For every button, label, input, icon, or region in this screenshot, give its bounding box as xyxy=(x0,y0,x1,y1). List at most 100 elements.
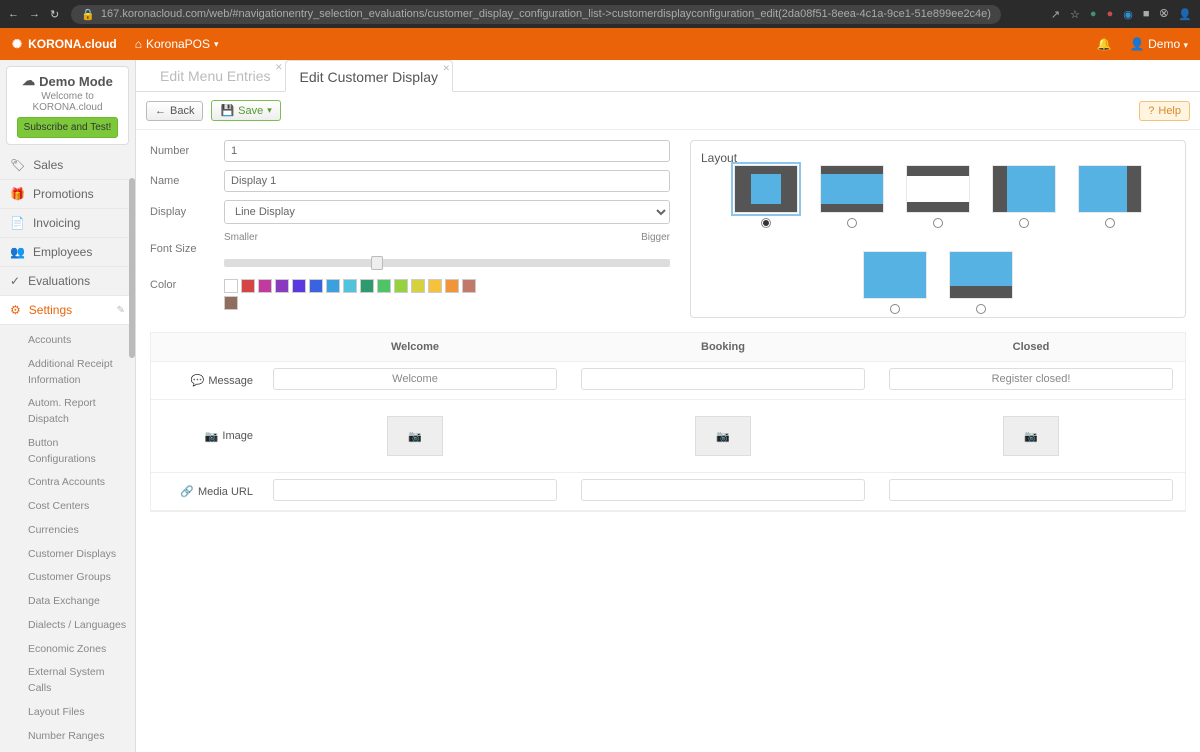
welcome-media-url-input[interactable] xyxy=(273,479,557,501)
col-closed: Closed xyxy=(877,333,1185,361)
color-swatch[interactable] xyxy=(309,279,323,293)
pencil-icon: ✎ xyxy=(117,305,125,316)
color-swatch[interactable] xyxy=(224,296,238,310)
ext-icon-2[interactable]: ● xyxy=(1107,8,1114,20)
sidebar-item-promotions[interactable]: 🎁Promotions xyxy=(0,180,135,209)
ext-icon-4[interactable]: ■ xyxy=(1143,8,1150,20)
layout-option-7[interactable] xyxy=(949,251,1013,317)
layout-radio-5[interactable] xyxy=(1105,218,1115,228)
welcome-message-input[interactable] xyxy=(273,368,557,390)
ext-icon-1[interactable]: ● xyxy=(1090,8,1097,20)
closed-image-upload[interactable]: 📷 xyxy=(1003,416,1059,456)
layout-option-2[interactable] xyxy=(820,165,884,231)
color-swatch[interactable] xyxy=(258,279,272,293)
layout-radio-6[interactable] xyxy=(890,304,900,314)
sub-item[interactable]: Button Configurations xyxy=(0,432,135,472)
color-swatch[interactable] xyxy=(326,279,340,293)
color-swatch[interactable] xyxy=(428,279,442,293)
star-icon[interactable]: ☆ xyxy=(1070,8,1080,21)
slider-handle[interactable] xyxy=(371,256,383,270)
sub-item[interactable]: Currencies xyxy=(0,519,135,543)
sidebar-item-invoicing[interactable]: 📄Invoicing xyxy=(0,209,135,238)
layout-option-6[interactable] xyxy=(863,251,927,317)
sub-item[interactable]: Contra Accounts xyxy=(0,471,135,495)
layout-radio-7[interactable] xyxy=(976,304,986,314)
color-swatch[interactable] xyxy=(377,279,391,293)
close-icon[interactable]: ✕ xyxy=(442,63,450,74)
ext-icon-3[interactable]: ◉ xyxy=(1123,8,1133,21)
display-select[interactable]: Line Display xyxy=(224,200,670,224)
sub-item[interactable]: Economic Zones xyxy=(0,638,135,662)
color-swatch[interactable] xyxy=(394,279,408,293)
user-menu[interactable]: 👤 Demo xyxy=(1130,37,1188,51)
booking-message-input[interactable] xyxy=(581,368,865,390)
bell-icon[interactable]: 🔔 xyxy=(1097,37,1112,51)
sidebar-item-sales[interactable]: 🏷Sales xyxy=(0,151,135,180)
puzzle-icon[interactable]: ⮿ xyxy=(1159,8,1168,21)
number-label: Number xyxy=(150,145,224,157)
color-swatch[interactable] xyxy=(224,279,238,293)
color-swatch[interactable] xyxy=(241,279,255,293)
back-button[interactable]: ←Back xyxy=(146,101,203,121)
closed-message-input[interactable] xyxy=(889,368,1173,390)
closed-media-url-input[interactable] xyxy=(889,479,1173,501)
layout-radio-1[interactable] xyxy=(761,218,771,228)
brand-logo[interactable]: ✺ KORONA.cloud xyxy=(12,37,117,51)
display-label: Display xyxy=(150,206,224,218)
address-bar[interactable]: 🔒 167.koronacloud.com/web/#navigationent… xyxy=(71,5,1001,24)
sub-item[interactable]: Additional Receipt Information xyxy=(0,353,135,393)
save-button[interactable]: 💾Save xyxy=(211,100,280,121)
sub-item[interactable]: Customer Displays xyxy=(0,543,135,567)
forward-icon[interactable]: → xyxy=(29,8,40,21)
avatar-icon[interactable]: 👤 xyxy=(1178,8,1192,21)
color-swatch[interactable] xyxy=(292,279,306,293)
layout-radio-4[interactable] xyxy=(1019,218,1029,228)
color-swatch[interactable] xyxy=(462,279,476,293)
layout-radio-2[interactable] xyxy=(847,218,857,228)
name-input[interactable] xyxy=(224,170,670,192)
layout-option-1[interactable] xyxy=(734,165,798,231)
sidebar-scrollbar[interactable] xyxy=(129,178,135,358)
color-swatch[interactable] xyxy=(411,279,425,293)
font-size-slider[interactable] xyxy=(224,259,670,267)
check-icon: ✓ xyxy=(10,274,20,288)
help-button[interactable]: ?Help xyxy=(1139,101,1190,121)
close-icon[interactable]: ✕ xyxy=(275,62,283,73)
sidebar-item-evaluations[interactable]: ✓Evaluations xyxy=(0,267,135,296)
layout-option-4[interactable] xyxy=(992,165,1056,231)
sidebar-item-employees[interactable]: 👥Employees xyxy=(0,238,135,267)
sidebar-item-settings[interactable]: ⚙Settings✎ xyxy=(0,296,135,325)
sub-item[interactable]: Number Ranges xyxy=(0,725,135,749)
home-link[interactable]: ⌂ KoronaPOS xyxy=(135,37,219,51)
layout-radio-3[interactable] xyxy=(933,218,943,228)
form-left: Number Name DisplayLine Display SmallerB… xyxy=(150,140,670,318)
back-icon[interactable]: ← xyxy=(8,8,19,21)
bigger-label: Bigger xyxy=(641,232,670,243)
booking-media-url-input[interactable] xyxy=(581,479,865,501)
welcome-image-upload[interactable]: 📷 xyxy=(387,416,443,456)
sub-item[interactable]: Layout Files xyxy=(0,701,135,725)
reload-icon[interactable]: ↻ xyxy=(50,8,59,21)
sub-item[interactable]: Customer Groups xyxy=(0,566,135,590)
color-swatch[interactable] xyxy=(445,279,459,293)
tab-edit-menu-entries[interactable]: Edit Menu Entries✕ xyxy=(146,60,285,91)
number-input[interactable] xyxy=(224,140,670,162)
color-swatch[interactable] xyxy=(275,279,289,293)
sub-item[interactable]: Autom. Report Dispatch xyxy=(0,392,135,432)
booking-image-upload[interactable]: 📷 xyxy=(695,416,751,456)
subscribe-button[interactable]: Subscribe and Test! xyxy=(17,117,119,138)
gear-icon: ⚙ xyxy=(10,303,21,317)
color-swatch[interactable] xyxy=(360,279,374,293)
layout-option-3[interactable] xyxy=(906,165,970,231)
sub-item[interactable]: Dialects / Languages xyxy=(0,614,135,638)
col-welcome: Welcome xyxy=(261,333,569,361)
layout-option-5[interactable] xyxy=(1078,165,1142,231)
color-swatches xyxy=(224,279,484,310)
color-swatch[interactable] xyxy=(343,279,357,293)
tab-edit-customer-display[interactable]: Edit Customer Display✕ xyxy=(285,60,454,92)
sub-item[interactable]: Accounts xyxy=(0,329,135,353)
sub-item[interactable]: External System Calls xyxy=(0,661,135,701)
sub-item[interactable]: Data Exchange xyxy=(0,590,135,614)
share-icon[interactable]: ↗ xyxy=(1051,8,1060,21)
sub-item[interactable]: Cost Centers xyxy=(0,495,135,519)
